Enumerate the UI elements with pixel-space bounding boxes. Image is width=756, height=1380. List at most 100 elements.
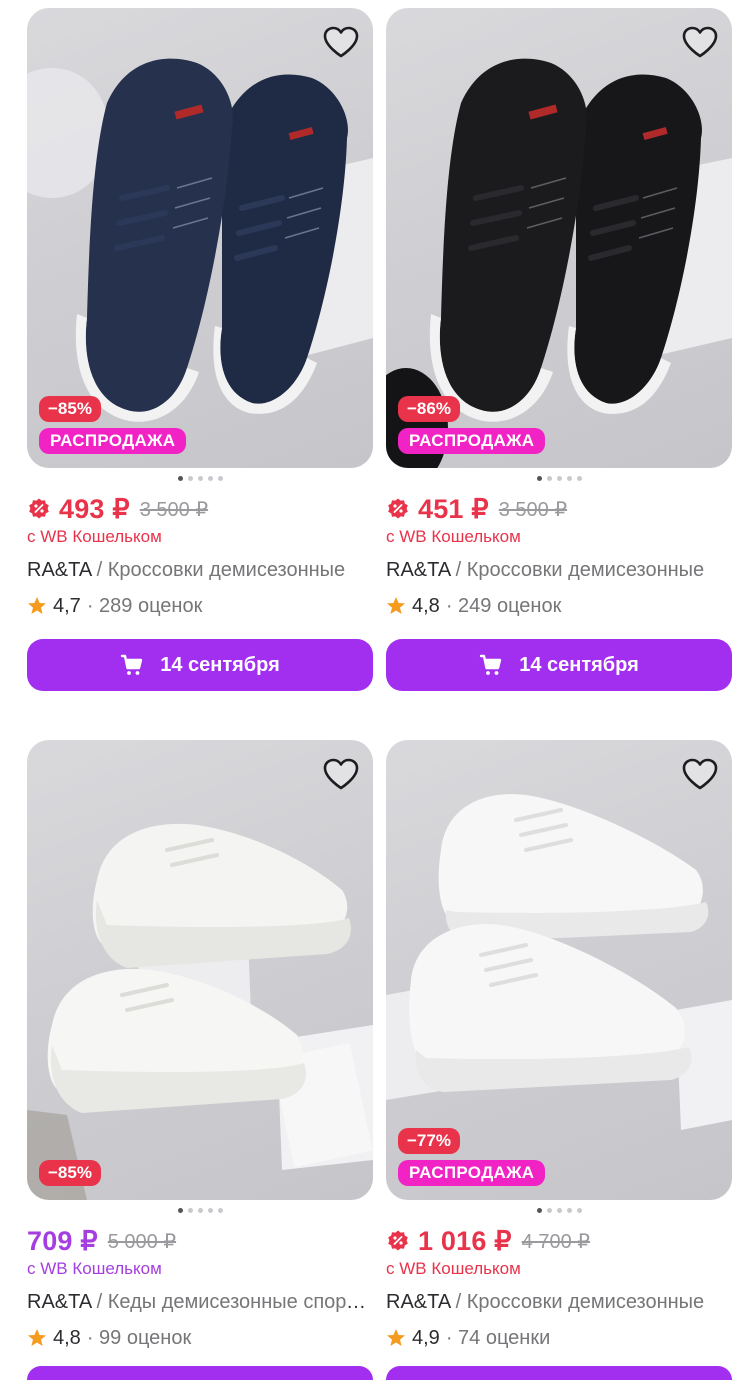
old-price: 5 000 ₽ bbox=[107, 1230, 177, 1253]
rating-row: 4,8 · 99 оценок bbox=[27, 1325, 373, 1351]
discount-badge: −86% bbox=[398, 396, 460, 422]
add-to-cart-button[interactable]: 14 сентября bbox=[27, 639, 373, 691]
product-title[interactable]: RA&TA / Кроссовки демисезонные bbox=[386, 559, 732, 585]
image-pager-dots bbox=[386, 1208, 732, 1214]
price: 709 ₽ bbox=[27, 1225, 98, 1256]
pager-dot bbox=[197, 476, 203, 481]
favorite-button[interactable] bbox=[321, 22, 361, 62]
pager-dot bbox=[556, 476, 562, 481]
pager-dot bbox=[177, 476, 183, 481]
pager-dot bbox=[576, 1208, 582, 1213]
wallet-discount-icon bbox=[29, 498, 49, 519]
product-photo[interactable]: −85% РАСПРОДАЖА bbox=[27, 8, 373, 468]
star-icon bbox=[387, 597, 405, 614]
wallet-note: с WB Кошельком bbox=[27, 1259, 162, 1278]
pager-dot bbox=[207, 476, 213, 481]
reviews-count: · 249 оценок bbox=[445, 594, 562, 617]
pager-dot bbox=[556, 1208, 562, 1213]
price-row: 493 ₽ 3 500 ₽ bbox=[27, 492, 373, 526]
reviews-count: · 289 оценок bbox=[86, 594, 203, 617]
discount-badge: −85% bbox=[39, 396, 101, 422]
product-card[interactable]: −85% 709 ₽ 5 000 ₽ с WB Кошельком RA&TA … bbox=[27, 740, 373, 1351]
product-image bbox=[27, 823, 373, 1200]
pager-dot bbox=[576, 476, 582, 481]
pager-dot bbox=[217, 476, 223, 481]
old-price: 3 500 ₽ bbox=[139, 498, 209, 521]
favorite-button[interactable] bbox=[680, 22, 720, 62]
title-separator: / bbox=[91, 1291, 108, 1313]
pager-dot bbox=[187, 476, 193, 481]
product-photo[interactable]: −77% РАСПРОДАЖА bbox=[386, 740, 732, 1200]
pager-dot bbox=[546, 476, 552, 481]
favorite-button[interactable] bbox=[321, 754, 361, 794]
pager-dot bbox=[566, 476, 572, 481]
product-title[interactable]: RA&TA / Кеды демисезонные спортивные bbox=[27, 1291, 373, 1317]
favorite-button[interactable] bbox=[680, 754, 720, 794]
rating-value: 4,8 bbox=[412, 594, 440, 617]
pager-dot bbox=[187, 1208, 193, 1213]
sale-badge: РАСПРОДАЖА bbox=[398, 1160, 546, 1186]
discount-badge: −77% bbox=[398, 1128, 460, 1154]
product-card[interactable]: −85% РАСПРОДАЖА 493 ₽ 3 500 ₽ с WB Кошел… bbox=[27, 8, 373, 691]
add-to-cart-button[interactable] bbox=[27, 1366, 373, 1380]
pager-dot bbox=[197, 1208, 203, 1213]
star-icon bbox=[28, 597, 46, 614]
heart-icon bbox=[682, 758, 718, 790]
product-title[interactable]: RA&TA / Кроссовки демисезонные bbox=[386, 1291, 732, 1317]
product-name: Кроссовки демисезонные bbox=[466, 559, 705, 581]
brand: RA&TA bbox=[386, 559, 451, 581]
cart-icon bbox=[480, 654, 502, 675]
brand: RA&TA bbox=[27, 559, 92, 581]
price: 493 ₽ bbox=[59, 493, 130, 524]
sale-badge: РАСПРОДАЖА bbox=[39, 428, 187, 454]
wallet-discount-icon bbox=[388, 1230, 408, 1251]
reviews-count: · 99 оценок bbox=[86, 1326, 192, 1349]
product-title[interactable]: RA&TA / Кроссовки демисезонные bbox=[27, 559, 373, 585]
price: 1 016 ₽ bbox=[418, 1225, 512, 1256]
rating-value: 4,8 bbox=[53, 1326, 81, 1349]
product-photo[interactable]: −85% bbox=[27, 740, 373, 1200]
title-separator: / bbox=[450, 559, 467, 581]
wallet-note: с WB Кошельком bbox=[386, 1259, 521, 1278]
sale-badge: РАСПРОДАЖА bbox=[398, 428, 546, 454]
delivery-date: 14 сентября bbox=[519, 653, 639, 676]
wallet-note: с WB Кошельком bbox=[386, 527, 521, 546]
product-card[interactable]: −77% РАСПРОДАЖА 1 016 ₽ 4 700 ₽ с WB Кош… bbox=[386, 740, 732, 1351]
pager-dot bbox=[546, 1208, 552, 1213]
wallet-note: с WB Кошельком bbox=[27, 527, 162, 546]
price: 451 ₽ bbox=[418, 493, 489, 524]
rating-row: 4,8 · 249 оценок bbox=[386, 593, 732, 619]
title-separator: / bbox=[91, 559, 108, 581]
reviews-count: · 74 оценки bbox=[445, 1326, 551, 1349]
badges: −85% РАСПРОДАЖА bbox=[39, 396, 187, 454]
pager-dot bbox=[207, 1208, 213, 1213]
badges: −77% РАСПРОДАЖА bbox=[398, 1128, 546, 1186]
product-photo[interactable]: −86% РАСПРОДАЖА bbox=[386, 8, 732, 468]
price-row: 709 ₽ 5 000 ₽ bbox=[27, 1224, 373, 1258]
image-pager-dots bbox=[27, 1208, 373, 1214]
pager-dot bbox=[177, 1208, 183, 1213]
image-pager-dots bbox=[386, 476, 732, 482]
add-to-cart-button[interactable] bbox=[386, 1366, 732, 1380]
image-pager-dots bbox=[27, 476, 373, 482]
rating-row: 4,7 · 289 оценок bbox=[27, 593, 373, 619]
pager-dot bbox=[566, 1208, 572, 1213]
brand: RA&TA bbox=[386, 1291, 451, 1313]
badges: −86% РАСПРОДАЖА bbox=[398, 396, 546, 454]
old-price: 4 700 ₽ bbox=[521, 1230, 590, 1253]
title-separator: / bbox=[450, 1291, 467, 1313]
wallet-discount-icon bbox=[388, 498, 408, 519]
price-row: 451 ₽ 3 500 ₽ bbox=[386, 492, 732, 526]
pager-dot bbox=[536, 1208, 542, 1213]
star-icon bbox=[387, 1329, 405, 1346]
delivery-date: 14 сентября bbox=[160, 653, 280, 676]
old-price: 3 500 ₽ bbox=[498, 498, 568, 521]
product-name: Кроссовки демисезонные bbox=[107, 559, 346, 581]
badges: −85% bbox=[39, 1160, 101, 1186]
heart-icon bbox=[682, 26, 718, 58]
heart-icon bbox=[323, 758, 359, 790]
rating-row: 4,9 · 74 оценки bbox=[386, 1325, 732, 1351]
add-to-cart-button[interactable]: 14 сентября bbox=[386, 639, 732, 691]
pager-dot bbox=[217, 1208, 223, 1213]
product-card[interactable]: −86% РАСПРОДАЖА 451 ₽ 3 500 ₽ с WB Кошел… bbox=[386, 8, 732, 691]
